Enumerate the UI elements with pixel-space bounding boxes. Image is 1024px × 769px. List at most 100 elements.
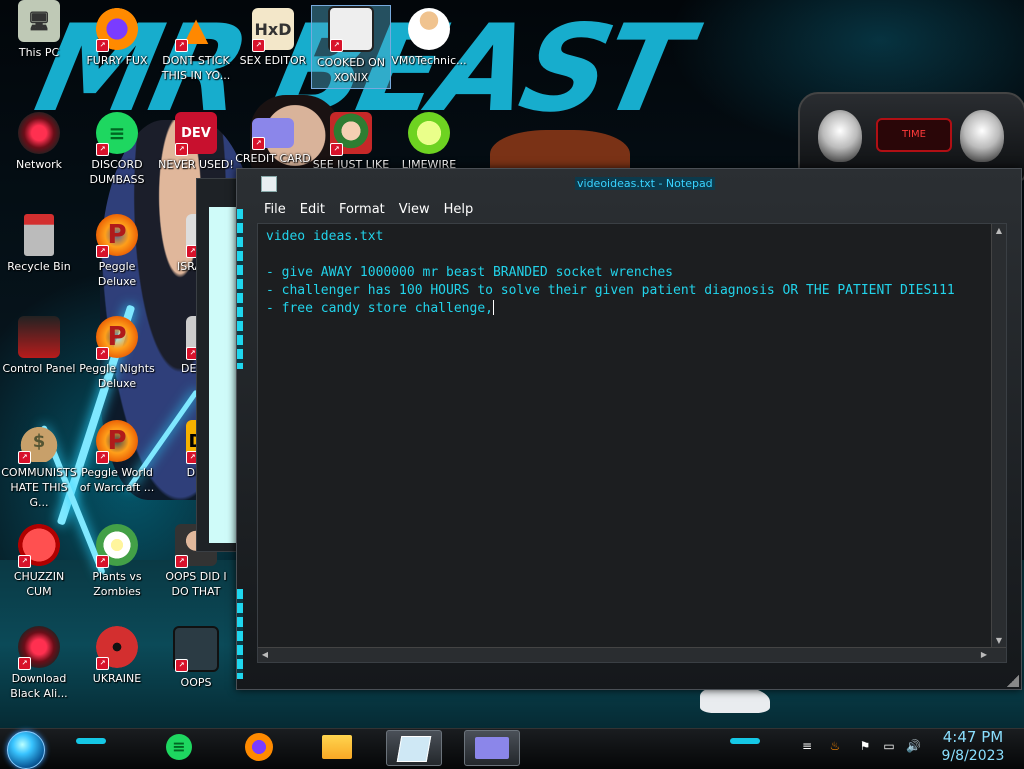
menu-view[interactable]: View [392, 201, 437, 219]
desktop-icon-label: COOKED ON XONIX [316, 56, 385, 84]
scroll-up-arrow-icon[interactable]: ▲ [993, 225, 1005, 237]
desktop-icon-see-just-like[interactable]: ↗ SEE JUST LIKE [312, 112, 390, 172]
menu-edit[interactable]: Edit [293, 201, 332, 219]
show-hidden-icons[interactable]: ≡ [800, 739, 814, 753]
desktop-icon-sex-editor[interactable]: HxD ↗ SEX EDITOR [234, 8, 312, 68]
network-icon[interactable]: ▭ [882, 739, 896, 753]
desktop-icon-network[interactable]: Network [0, 112, 78, 172]
desktop-icon-peggle-wow[interactable]: P ↗ Peggle World of Warcraft ... [78, 420, 156, 495]
document-text[interactable]: video ideas.txt - give AWAY 1000000 mr b… [266, 228, 955, 318]
taskbar-firefox[interactable] [232, 730, 286, 764]
desktop-icon-label: OOPS [180, 676, 212, 689]
folder-icon [322, 735, 352, 759]
horizontal-scrollbar[interactable]: ◀ ▶ [258, 647, 1006, 662]
desktop-icon-credit-card[interactable]: ↗ CREDIT CARD [234, 112, 312, 166]
desktop-icon-discord[interactable]: ≡ ↗ DISCORD DUMBASS [78, 112, 156, 187]
desktop-icon-peggle-nights[interactable]: P ↗ Peggle Nights Deluxe [78, 316, 156, 391]
window-title: videoideas.txt - Notepad [575, 177, 715, 190]
notepad-titlebar[interactable]: videoideas.txt - Notepad [237, 169, 1021, 197]
desktop-icon-vm0technic[interactable]: VM0Technic... [390, 8, 468, 68]
peggle-icon: P ↗ [96, 316, 138, 360]
taskbar-notepad[interactable] [386, 730, 442, 766]
menu-format[interactable]: Format [332, 201, 392, 219]
taskbar-card-app[interactable] [464, 730, 520, 766]
desktop-icon-dont-stick[interactable]: ▲ ↗ DONT STICK THIS IN YO... [157, 8, 235, 83]
taskbar-accent [76, 738, 106, 744]
desktop-icon-pvz[interactable]: ↗ Plants vs Zombies [78, 524, 156, 599]
vlc-cone-icon: ▲ ↗ [175, 8, 217, 52]
desktop-icon-label: CREDIT CARD [235, 152, 311, 165]
desktop-icon-label: COMMUNISTS HATE THIS G... [1, 466, 77, 509]
desktop-icon-recycle-bin[interactable]: Recycle Bin [0, 214, 78, 274]
desktop-icon-never-used[interactable]: DEV ↗ NEVER USED! [157, 112, 235, 172]
widget-time-label: TIME [876, 118, 952, 152]
alien-head-icon [960, 110, 1004, 162]
desktop-icon-label: This PC [18, 46, 60, 59]
money-bag-icon: $ ↗ [18, 420, 60, 464]
flag-icon[interactable]: ⚑ [858, 739, 872, 753]
chat-app-icon: ≡ ↗ [96, 112, 138, 156]
menu-file[interactable]: File [257, 201, 293, 219]
desktop-icon-label: Control Panel [2, 362, 76, 375]
desktop-icon-peggle-deluxe[interactable]: P ↗ Peggle Deluxe [78, 214, 156, 289]
menu-help[interactable]: Help [437, 201, 481, 219]
desktop-icon-label: NEVER USED! [158, 158, 234, 171]
taskbar-accent [730, 738, 760, 744]
alien-head-icon [818, 110, 862, 162]
desktop-icon-label: Network [16, 158, 62, 171]
desktop-icon-label: CHUZZIN CUM [13, 570, 65, 598]
firefox-icon: ↗ [96, 8, 138, 52]
network-globe-icon [18, 112, 60, 154]
hxd-editor-icon: HxD ↗ [252, 8, 294, 52]
doctor-avatar-icon [408, 8, 450, 50]
clock-date[interactable]: 9/8/2023 [938, 748, 1008, 764]
peggle-icon: P ↗ [96, 420, 138, 464]
desktop-icon-label: Peggle Nights Deluxe [79, 362, 155, 390]
desktop-icon-limewire[interactable]: LIMEWIRE [390, 112, 468, 172]
radiation-icon: ↗ [96, 626, 138, 670]
desktop-icon-this-pc[interactable]: 🖥 This PC [0, 0, 78, 60]
desktop-icon-communists[interactable]: $ ↗ COMMUNISTS HATE THIS G... [0, 420, 78, 510]
notepad-window[interactable]: videoideas.txt - Notepad File Edit Forma… [236, 168, 1022, 690]
credit-card-icon: ↗ [252, 118, 294, 150]
recycle-bin-icon [24, 214, 54, 256]
desktop-icon-label: OOPS DID I DO THAT [165, 570, 227, 598]
volume-icon[interactable]: 🔊 [906, 739, 921, 753]
document-content: video ideas.txt - give AWAY 1000000 mr b… [266, 229, 955, 316]
vertical-scrollbar[interactable]: ▲ ▼ [991, 224, 1006, 662]
scroll-left-arrow-icon[interactable]: ◀ [259, 649, 271, 661]
desktop-icon-label: Download Black Ali... [10, 672, 68, 700]
desktop-icon-cooked-on-xonix[interactable]: ↗ COOKED ON XONIX [311, 5, 391, 89]
desktop-icon-label: Peggle World of Warcraft ... [79, 466, 155, 494]
desktop-icon-label: DONT STICK THIS IN YO... [161, 54, 231, 82]
chat-app-icon: ≡ [166, 734, 192, 760]
scroll-down-arrow-icon[interactable]: ▼ [993, 635, 1005, 647]
desktop-icon-chuzzin[interactable]: ↗ CHUZZIN CUM [0, 524, 78, 599]
taskbar-file-explorer[interactable] [310, 730, 364, 764]
desktop-icon-label: Recycle Bin [7, 260, 71, 273]
desktop-icon-control-panel[interactable]: Control Panel [0, 316, 78, 376]
flower-icon: ↗ [96, 524, 138, 568]
text-editor-area[interactable]: video ideas.txt - give AWAY 1000000 mr b… [257, 223, 1007, 663]
text-caret [492, 300, 494, 315]
desktop-icon-ukraine[interactable]: ↗ UKRAINE [78, 626, 156, 686]
resize-grip-icon[interactable] [1007, 675, 1019, 687]
desktop-icon-download[interactable]: ↗ Download Black Ali... [0, 626, 78, 701]
desktop-icon-label: UKRAINE [92, 672, 142, 685]
desktop-icon-label: FURRY FUX [86, 54, 148, 67]
sketch-app-icon: ↗ [173, 626, 219, 672]
taskbar-chat-app[interactable]: ≡ [152, 730, 206, 764]
computer-icon: 🖥 [18, 0, 60, 42]
desktop-icon-furry-fux[interactable]: ↗ FURRY FUX [78, 8, 156, 68]
lime-slice-icon [408, 112, 450, 154]
start-button[interactable] [7, 731, 45, 769]
credit-card-icon [475, 737, 509, 759]
clock-time[interactable]: 4:47 PM [938, 728, 1008, 746]
notepad-app-icon [261, 176, 277, 192]
network-globe-icon: ↗ [18, 626, 60, 670]
desktop-icon-oops[interactable]: ↗ OOPS [157, 626, 235, 690]
scroll-right-arrow-icon[interactable]: ▶ [978, 649, 990, 661]
java-update-icon[interactable]: ♨ [828, 739, 842, 753]
desktop-icon-label: Plants vs Zombies [92, 570, 142, 598]
desktop-icon-label: VM0Technic... [391, 54, 467, 67]
